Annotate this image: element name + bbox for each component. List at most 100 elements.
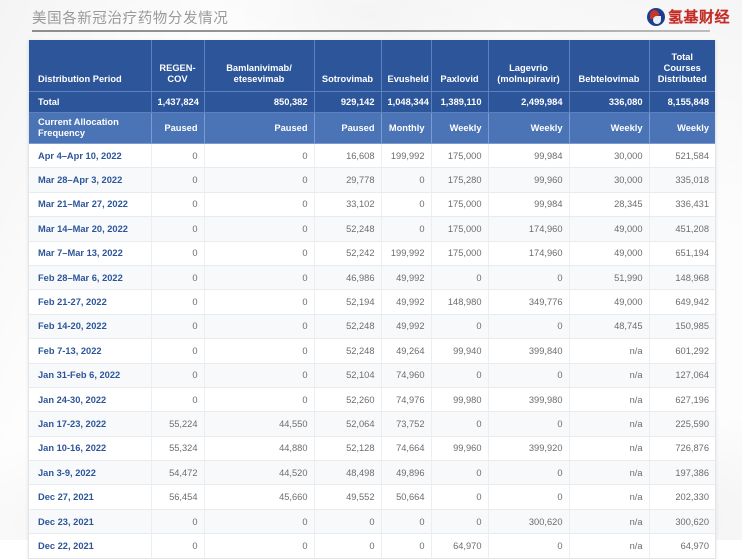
cell-evusheld: 49,992 <box>381 314 432 340</box>
cell-regen-cov: 0 <box>151 314 205 340</box>
cell-regen-cov: 0 <box>151 509 205 535</box>
cell-evusheld: 49,992 <box>381 289 432 315</box>
column-header-distribution-period: Distribution Period <box>29 40 152 92</box>
cell-paxlovid: 0 <box>431 509 489 535</box>
frequency-lagevrio: Weekly <box>488 112 570 144</box>
cell-evusheld: 49,896 <box>381 460 432 486</box>
cell-bamlanivimab-etesevimab: 0 <box>204 533 315 558</box>
table-head: Distribution Period REGEN-COV Bamlanivim… <box>29 40 715 144</box>
column-header-regen-cov: REGEN-COV <box>151 40 205 92</box>
brand-logo: 氢基财经 <box>646 6 730 27</box>
cell-lagevrio: 399,840 <box>488 338 570 364</box>
cell-sotrovimab: 52,248 <box>314 338 382 364</box>
cell-regen-cov: 0 <box>151 192 205 218</box>
cell-sotrovimab: 52,242 <box>314 241 382 266</box>
cell-paxlovid: 148,980 <box>431 289 489 315</box>
frequency-paxlovid: Weekly <box>431 112 489 144</box>
cell-lagevrio: 0 <box>488 460 570 486</box>
cell-regen-cov: 0 <box>151 289 205 315</box>
cell-paxlovid: 0 <box>431 411 489 437</box>
cell-evusheld: 199,992 <box>381 241 432 266</box>
cell-sotrovimab: 52,128 <box>314 436 382 462</box>
cell-sotrovimab: 29,778 <box>314 167 382 193</box>
column-header-evusheld: Evusheld <box>381 40 432 92</box>
table-row: Jan 31-Feb 6, 2022 0 0 52,104 74,960 0 0 n/a 127… <box>29 363 715 388</box>
cell-bamlanivimab-etesevimab: 44,880 <box>204 436 315 462</box>
cell-lagevrio: 0 <box>488 484 570 510</box>
distribution-table: Distribution Period REGEN-COV Bamlanivim… <box>29 40 715 558</box>
cell-total-courses: 336,431 <box>649 192 715 218</box>
cell-total-courses: 148,968 <box>649 265 715 291</box>
cell-total-courses: 300,620 <box>649 509 715 535</box>
cell-evusheld: 74,664 <box>381 436 432 462</box>
cell-total-courses: 150,985 <box>649 314 715 340</box>
cell-distribution-period: Feb 28–Mar 6, 2022 <box>29 265 152 291</box>
cell-sotrovimab: 52,064 <box>314 411 382 437</box>
cell-sotrovimab: 0 <box>314 509 382 535</box>
cell-regen-cov: 55,224 <box>151 411 205 437</box>
cell-lagevrio: 399,980 <box>488 387 570 413</box>
column-header-sotrovimab: Sotrovimab <box>314 40 382 92</box>
cell-lagevrio: 0 <box>488 533 570 558</box>
table-row: Feb 14-20, 2022 0 0 52,248 49,992 0 0 48,745 150… <box>29 314 715 340</box>
cell-distribution-period: Mar 14–Mar 20, 2022 <box>29 216 152 242</box>
cell-distribution-period: Jan 24-30, 2022 <box>29 387 152 413</box>
total-lagevrio: 2,499,984 <box>488 91 570 113</box>
cell-paxlovid: 0 <box>431 314 489 340</box>
cell-sotrovimab: 52,248 <box>314 314 382 340</box>
cell-bamlanivimab-etesevimab: 0 <box>204 265 315 291</box>
cell-lagevrio: 300,620 <box>488 509 570 535</box>
cell-distribution-period: Feb 21-27, 2022 <box>29 289 152 315</box>
frequency-evusheld: Monthly <box>381 112 432 144</box>
column-header-bamlanivimab-etesevimab: Bamlanivimab/ etesevimab <box>204 40 315 92</box>
cell-sotrovimab: 52,260 <box>314 387 382 413</box>
cell-paxlovid: 175,000 <box>431 216 489 242</box>
cell-paxlovid: 99,980 <box>431 387 489 413</box>
brand-mark-icon <box>646 7 665 26</box>
header-divider <box>32 30 710 32</box>
cell-distribution-period: Jan 10-16, 2022 <box>29 436 152 462</box>
cell-bamlanivimab-etesevimab: 0 <box>204 289 315 315</box>
cell-regen-cov: 0 <box>151 216 205 242</box>
cell-regen-cov: 0 <box>151 167 205 193</box>
cell-bebtelovimab: 51,990 <box>569 265 650 291</box>
cell-bamlanivimab-etesevimab: 0 <box>204 314 315 340</box>
cell-evusheld: 49,264 <box>381 338 432 364</box>
cell-total-courses: 651,194 <box>649 241 715 266</box>
total-evusheld: 1,048,344 <box>381 91 432 113</box>
cell-evusheld: 74,976 <box>381 387 432 413</box>
cell-distribution-period: Dec 22, 2021 <box>29 533 152 558</box>
table-row: Feb 21-27, 2022 0 0 52,194 49,992 148,980 349,… <box>29 289 715 315</box>
cell-paxlovid: 175,000 <box>431 143 489 169</box>
cell-bebtelovimab: 48,745 <box>569 314 650 340</box>
cell-total-courses: 601,292 <box>649 338 715 364</box>
cell-sotrovimab: 46,986 <box>314 265 382 291</box>
cell-distribution-period: Jan 31-Feb 6, 2022 <box>29 363 152 388</box>
cell-regen-cov: 0 <box>151 241 205 266</box>
cell-bebtelovimab: n/a <box>569 460 650 486</box>
table-row: Mar 28–Apr 3, 2022 0 0 29,778 0 175,280 99,960… <box>29 167 715 193</box>
cell-total-courses: 127,064 <box>649 363 715 388</box>
cell-distribution-period: Mar 28–Apr 3, 2022 <box>29 167 152 193</box>
cell-bebtelovimab: n/a <box>569 509 650 535</box>
cell-bebtelovimab: 49,000 <box>569 216 650 242</box>
page-header: 美国各新冠治疗药物分发情况 氢基财经 <box>0 0 742 33</box>
table-row: Jan 17-23, 2022 55,224 44,550 52,064 73,752 0… <box>29 411 715 437</box>
cell-lagevrio: 349,776 <box>488 289 570 315</box>
cell-paxlovid: 0 <box>431 363 489 388</box>
table-row: Mar 14–Mar 20, 2022 0 0 52,248 0 175,000 174,9… <box>29 216 715 242</box>
table-row: Feb 7-13, 2022 0 0 52,248 49,264 99,940 399,84… <box>29 338 715 364</box>
cell-evusheld: 199,992 <box>381 143 432 169</box>
cell-bebtelovimab: 49,000 <box>569 289 650 315</box>
column-header-total-courses-distributed: Total Courses Distributed <box>649 40 715 92</box>
cell-total-courses: 521,584 <box>649 143 715 169</box>
cell-regen-cov: 54,472 <box>151 460 205 486</box>
cell-bamlanivimab-etesevimab: 0 <box>204 387 315 413</box>
frequency-bebtelovimab: Weekly <box>569 112 650 144</box>
cell-evusheld: 0 <box>381 533 432 558</box>
frequency-regen-cov: Paused <box>151 112 205 144</box>
cell-bamlanivimab-etesevimab: 0 <box>204 241 315 266</box>
total-paxlovid: 1,389,110 <box>431 91 489 113</box>
table-row: Mar 7–Mar 13, 2022 0 0 52,242 199,992 175,000… <box>29 241 715 266</box>
cell-distribution-period: Feb 14-20, 2022 <box>29 314 152 340</box>
